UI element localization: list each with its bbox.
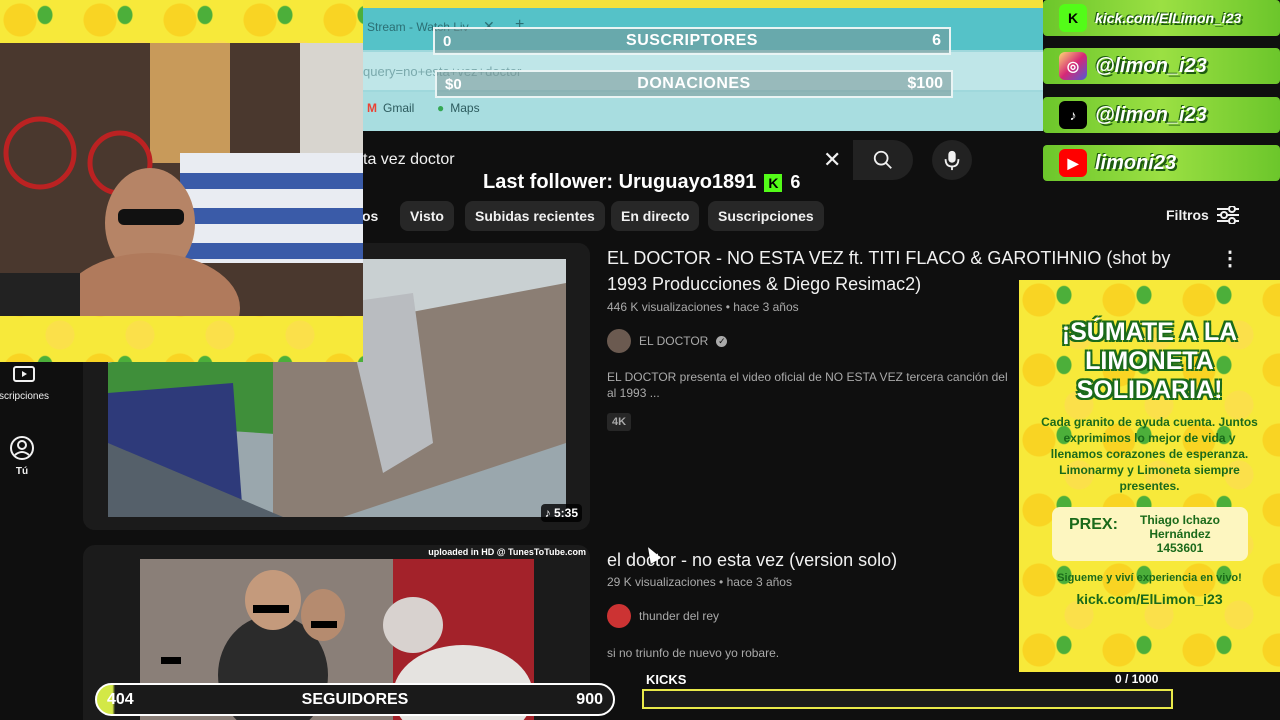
limoneta-solidaria-panel: ¡SÚMATE A LA LIMONETA SOLIDARIA! Cada gr… (1019, 280, 1280, 672)
maps-icon: ● (437, 101, 445, 115)
kick-icon: K (1059, 4, 1087, 32)
last-follower-overlay: Last follower: Uruguayo1891 K 6 (483, 171, 800, 194)
bookmark-gmail[interactable]: M Gmail (367, 101, 414, 115)
seguidores-goal: 900 (576, 690, 603, 708)
subscriptions-icon (13, 366, 35, 382)
search-icon (873, 150, 892, 169)
suscriptores-bar: 0 SUSCRIPTORES 6 (433, 27, 951, 55)
last-follower-text: Last follower: Uruguayo1891 (483, 171, 757, 193)
voice-search-button[interactable] (932, 140, 972, 180)
gmail-icon: M (367, 101, 377, 115)
donaciones-goal: $100 (907, 75, 943, 92)
seguidores-label: SEGUIDORES (301, 690, 409, 708)
avatar[interactable] (607, 329, 631, 353)
chip-subidas-recientes[interactable]: Subidas recientes (465, 201, 605, 231)
kicks-progress-bar (642, 689, 1173, 709)
webcam-feed (0, 43, 363, 316)
kick-count: 6 (790, 172, 801, 192)
donaciones-current: $0 (445, 75, 462, 93)
limoneta-kick-link: kick.com/ElLimon_i23 (1076, 591, 1223, 607)
youtube-icon: ▶ (1059, 149, 1087, 177)
prex-label: PREX: (1069, 516, 1118, 533)
seguidores-bar: 404 SEGUIDORES 900 (95, 683, 615, 716)
filters-label: Filtros (1166, 207, 1209, 223)
video-meta: 29 K visualizaciones • hace 3 años (607, 575, 792, 589)
social-youtube-text: limoni23 (1095, 151, 1177, 174)
social-youtube: ▶ limoni23 (1043, 145, 1280, 181)
kicks-label: KICKS (646, 672, 687, 687)
tiktok-icon: ♪ (1059, 101, 1087, 129)
video-description: EL DOCTOR presenta el video oficial de N… (607, 370, 1008, 400)
channel-link[interactable]: EL DOCTOR ✓ (607, 329, 728, 353)
seguidores-current: 404 (107, 690, 134, 708)
video-meta: 446 K visualizaciones • hace 3 años (607, 300, 799, 314)
chip-en-directo[interactable]: En directo (611, 201, 700, 231)
clear-search-icon[interactable]: ✕ (823, 147, 841, 173)
donaciones-bar: $0 DONACIONES $100 (435, 70, 953, 98)
guide-subscriptions-label: scripciones (0, 391, 50, 402)
channel-name[interactable]: EL DOCTOR (639, 334, 708, 348)
microphone-icon (944, 150, 960, 171)
filter-icon (1216, 206, 1239, 224)
guide-subscriptions[interactable]: scripciones (0, 364, 54, 402)
social-kick: K kick.com/ElLimon_i23 (1043, 0, 1280, 36)
kick-icon: K (764, 173, 783, 192)
video-duration: ♪ 5:35 (540, 504, 582, 522)
social-links-panel: K kick.com/ElLimon_i23 ◎ @limon_i23 ♪ @l… (1043, 0, 1280, 181)
prex-details: Thiago Ichazo Hernández 1453601 (1125, 513, 1235, 555)
suscriptores-label: SUSCRIPTORES (626, 32, 758, 49)
verified-icon: ✓ (716, 335, 728, 347)
account-icon (10, 436, 34, 460)
social-instagram: ◎ @limon_i23 (1043, 48, 1280, 84)
limoneta-title: ¡SÚMATE A LA LIMONETA SOLIDARIA! (1061, 318, 1238, 404)
avatar[interactable] (607, 604, 631, 628)
suscriptores-goal: 6 (932, 32, 941, 49)
video-description: si no triunfo de nuevo yo robare. (607, 646, 780, 660)
bookmark-maps[interactable]: ● Maps (437, 101, 480, 115)
filters-button[interactable]: Filtros (1166, 206, 1239, 224)
prex-name: Thiago Ichazo Hernández (1139, 513, 1220, 541)
prex-number: 1453601 (1156, 541, 1204, 555)
top-accent-bar (363, 0, 1043, 8)
social-kick-text: kick.com/ElLimon_i23 (1095, 10, 1242, 26)
channel-link[interactable]: thunder del rey (607, 604, 719, 628)
suscriptores-current: 0 (443, 32, 452, 50)
webcam-image (0, 43, 363, 316)
quality-badge: 4K (607, 413, 632, 431)
limoneta-text: Cada granito de ayuda cuenta. Juntos exp… (1041, 415, 1258, 493)
chip-suscripciones[interactable]: Suscripciones (708, 201, 824, 231)
guide-you-label: Tú (15, 466, 29, 477)
social-tiktok-text: @limon_i23 (1095, 103, 1207, 126)
social-tiktok: ♪ @limon_i23 (1043, 97, 1280, 133)
donaciones-label: DONACIONES (637, 75, 751, 92)
browser-chrome: Stream - Watch Liv ✕ + query=no+esta+vez… (363, 0, 1043, 131)
guide-you[interactable]: Tú (0, 435, 52, 477)
instagram-icon: ◎ (1059, 52, 1087, 80)
channel-name[interactable]: thunder del rey (639, 609, 719, 623)
search-button[interactable] (853, 140, 913, 180)
search-query-text[interactable]: ta vez doctor (363, 151, 455, 169)
social-instagram-text: @limon_i23 (1095, 54, 1207, 77)
bookmark-label: Gmail (383, 101, 415, 115)
bookmark-label: Maps (450, 101, 480, 115)
limoneta-follow-text: Sigueme y viví experiencia en vivo! (1057, 572, 1242, 584)
more-options-icon[interactable]: ⋮ (1220, 246, 1240, 271)
chip-visto[interactable]: Visto (400, 201, 454, 231)
kicks-count: 0 / 1000 (1115, 672, 1159, 686)
